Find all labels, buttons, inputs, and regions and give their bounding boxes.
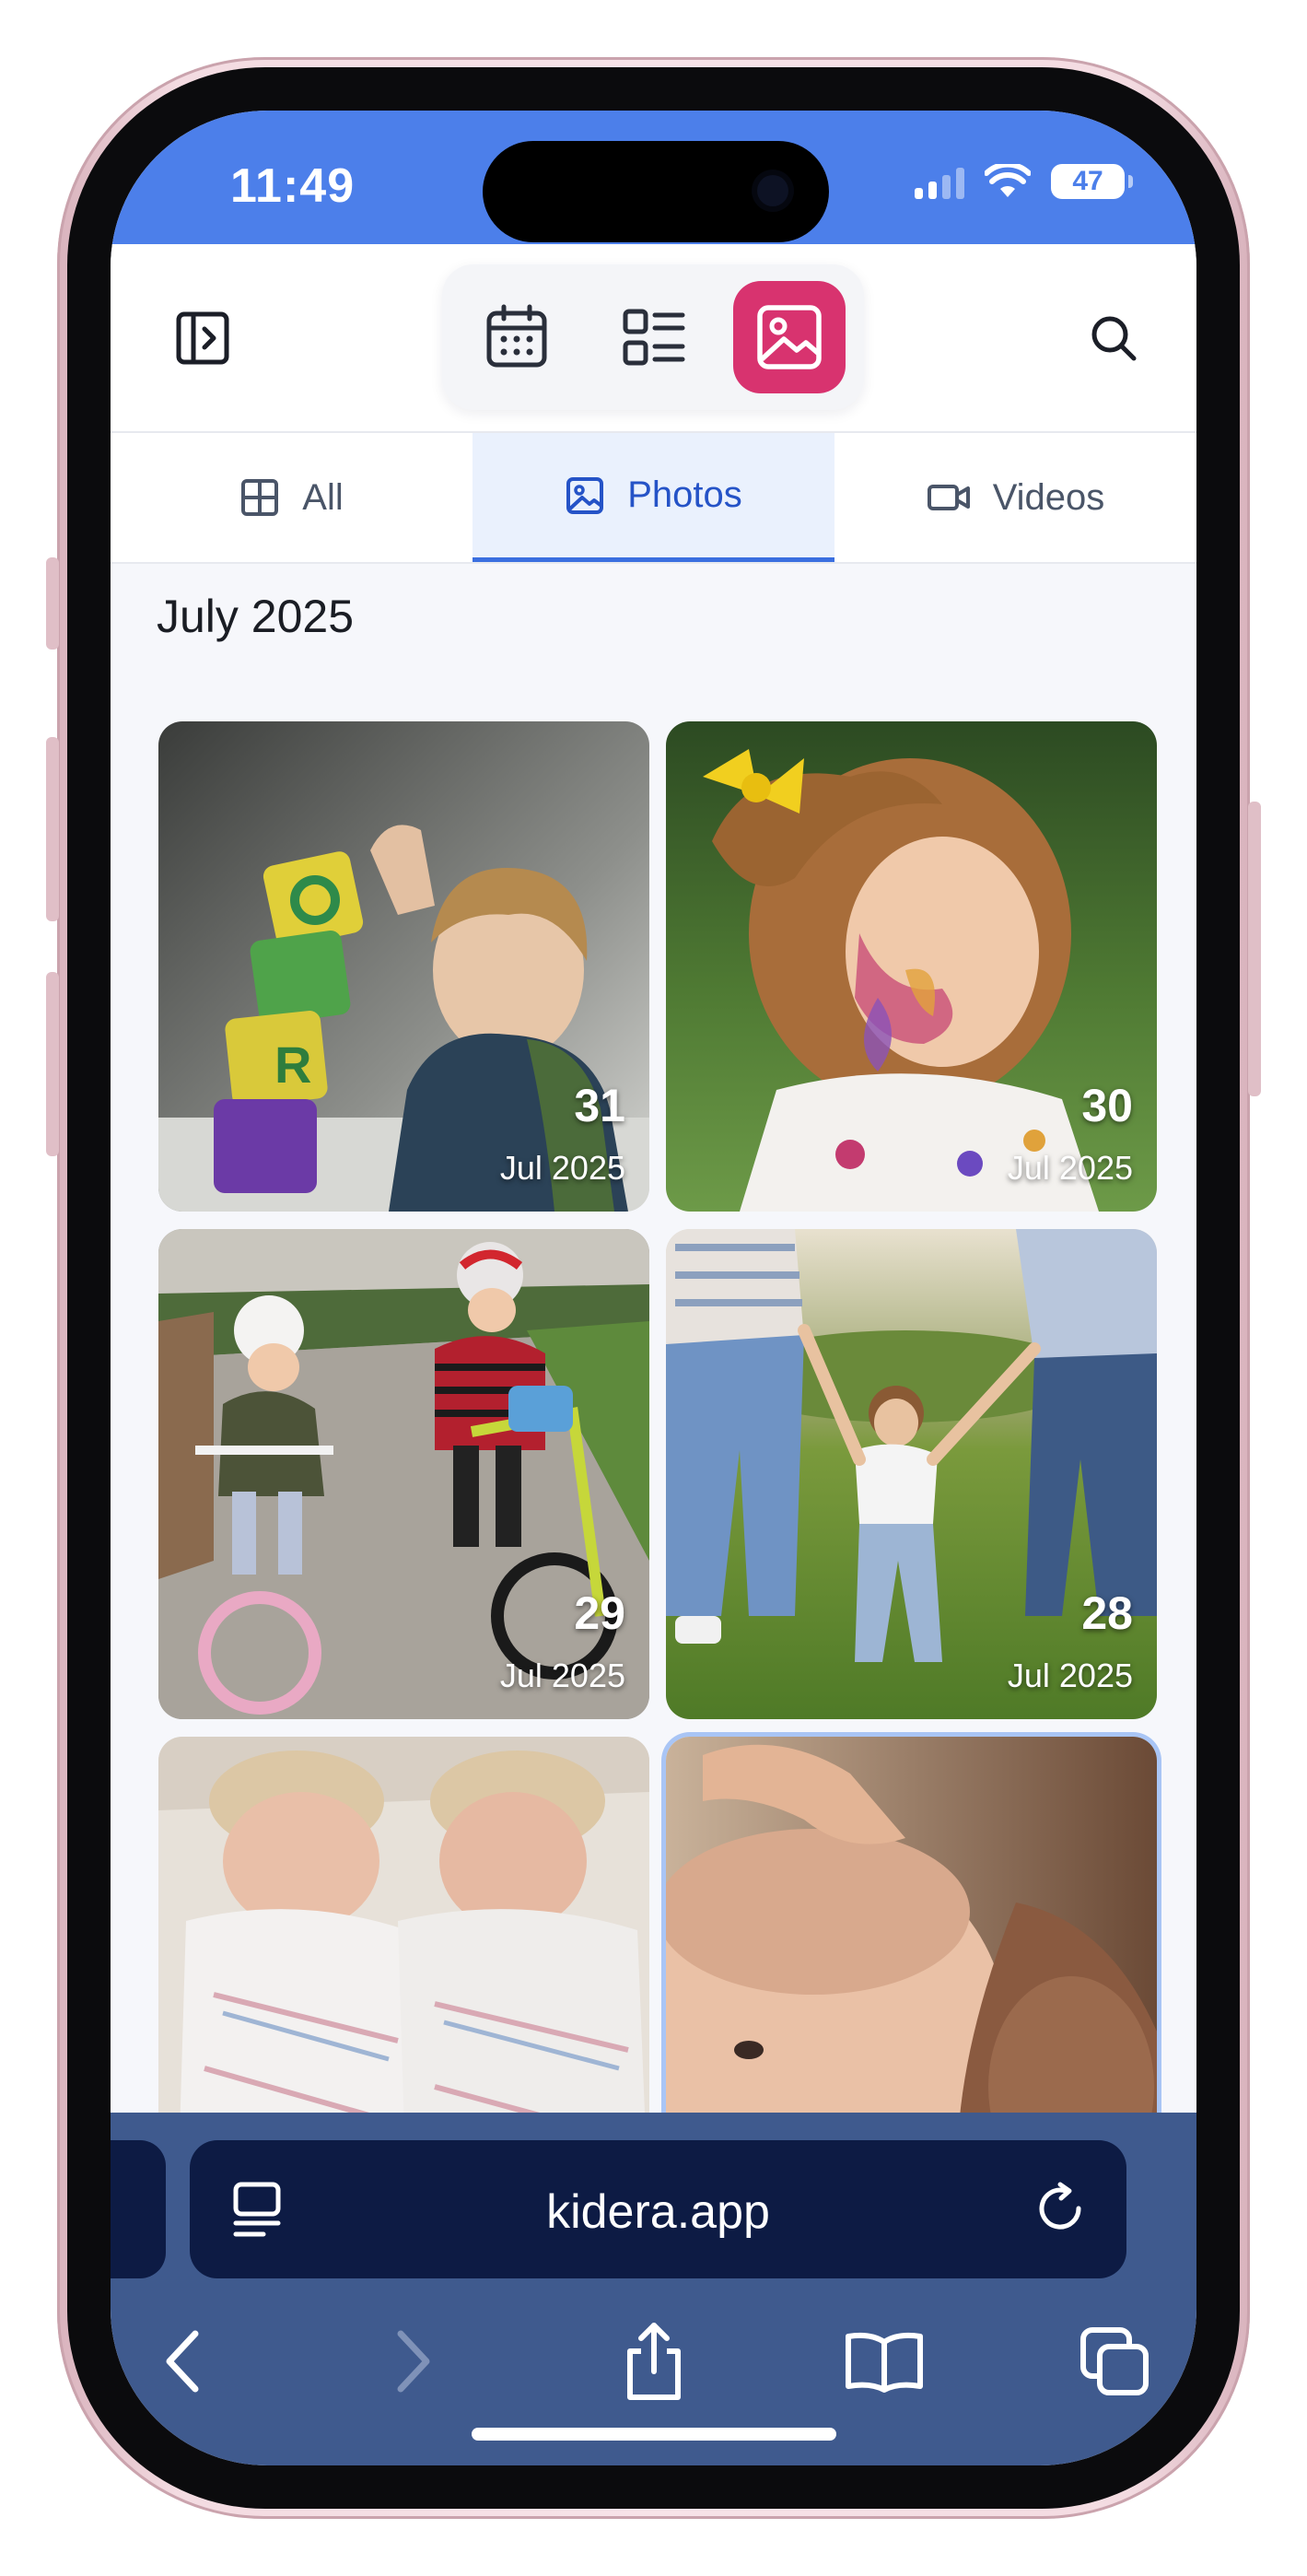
photo-day: 31 <box>574 1080 625 1131</box>
photo-tile[interactable]: 28 Jul 2025 <box>666 1229 1157 1719</box>
chevron-left-icon <box>166 2330 199 2393</box>
back-button[interactable] <box>138 2315 230 2407</box>
tabs-button[interactable] <box>1068 2315 1161 2407</box>
status-time: 11:49 <box>230 159 356 213</box>
tab-all[interactable]: All <box>111 433 473 562</box>
battery-icon: 47 <box>1051 164 1133 199</box>
video-icon <box>927 485 970 510</box>
list-view-icon <box>623 309 685 366</box>
view-switcher <box>442 264 864 410</box>
gallery-icon <box>757 305 822 369</box>
sidebar-toggle-button[interactable] <box>166 301 239 375</box>
previous-tab-preview[interactable] <box>111 2140 166 2278</box>
tab-label: Videos <box>992 476 1105 518</box>
book-icon <box>846 2332 923 2393</box>
chevron-right-icon <box>397 2330 430 2393</box>
photo-day: 28 <box>1081 1587 1133 1639</box>
reload-icon[interactable] <box>1033 2181 1090 2238</box>
photo-thumbnail-girl <box>666 721 1157 1212</box>
photo-tile[interactable]: R 31 Jul 2025 <box>158 721 649 1212</box>
tab-label: All <box>302 476 344 518</box>
search-icon <box>1091 316 1137 361</box>
photo-day: 30 <box>1081 1080 1133 1131</box>
power-button <box>1248 802 1261 1096</box>
calendar-icon <box>486 304 547 368</box>
tabs-icon <box>1080 2327 1149 2395</box>
screen: 11:49 47 All Photos Videos July 2025 R 3… <box>111 111 1196 2465</box>
media-tabs: All Photos Videos <box>111 433 1196 564</box>
share-icon <box>627 2323 681 2400</box>
home-indicator[interactable] <box>472 2428 836 2441</box>
photo-tile[interactable]: 30 Jul 2025 <box>666 721 1157 1212</box>
photo-thumbnail-bikes <box>158 1229 649 1719</box>
status-bar: 11:49 47 <box>111 111 1196 244</box>
image-icon <box>566 476 604 514</box>
grid-icon <box>241 479 279 516</box>
tab-label: Photos <box>627 474 742 515</box>
photo-day: 29 <box>574 1587 625 1639</box>
forward-button[interactable] <box>366 2315 458 2407</box>
status-icons: 47 <box>915 164 1133 199</box>
photo-thumbnail-family-walk <box>666 1229 1157 1719</box>
volume-down-button <box>46 972 59 1156</box>
dynamic-island <box>483 141 829 242</box>
action-button <box>46 557 59 650</box>
gallery-view-button[interactable] <box>733 281 846 393</box>
calendar-view-button[interactable] <box>461 281 573 393</box>
url-text: kidera.app <box>546 2185 770 2239</box>
wifi-icon <box>985 164 1031 197</box>
photo-thumbnail-blocks: R <box>158 721 649 1212</box>
cellular-signal-icon <box>915 168 964 199</box>
tab-videos[interactable]: Videos <box>834 433 1196 562</box>
app-header <box>111 244 1196 433</box>
battery-level: 47 <box>1072 166 1103 196</box>
front-camera-icon <box>757 175 788 206</box>
volume-up-button <box>46 737 59 921</box>
share-button[interactable] <box>608 2315 700 2407</box>
photo-tile[interactable]: 29 Jul 2025 <box>158 1229 649 1719</box>
tab-photos[interactable]: Photos <box>473 433 834 562</box>
photo-month: Jul 2025 <box>1007 1657 1133 1694</box>
month-heading: July 2025 <box>157 591 355 642</box>
list-view-button[interactable] <box>597 281 709 393</box>
photo-month: Jul 2025 <box>1007 1149 1133 1187</box>
search-button[interactable] <box>1077 301 1150 375</box>
sidebar-toggle-icon <box>176 311 229 365</box>
photo-month: Jul 2025 <box>499 1657 625 1694</box>
svg-text:R: R <box>274 1036 311 1094</box>
browser-toolbar: kidera.app <box>111 2113 1196 2465</box>
address-bar[interactable]: kidera.app <box>190 2140 1126 2278</box>
bookmarks-button[interactable] <box>838 2315 930 2407</box>
photo-month: Jul 2025 <box>499 1149 625 1187</box>
